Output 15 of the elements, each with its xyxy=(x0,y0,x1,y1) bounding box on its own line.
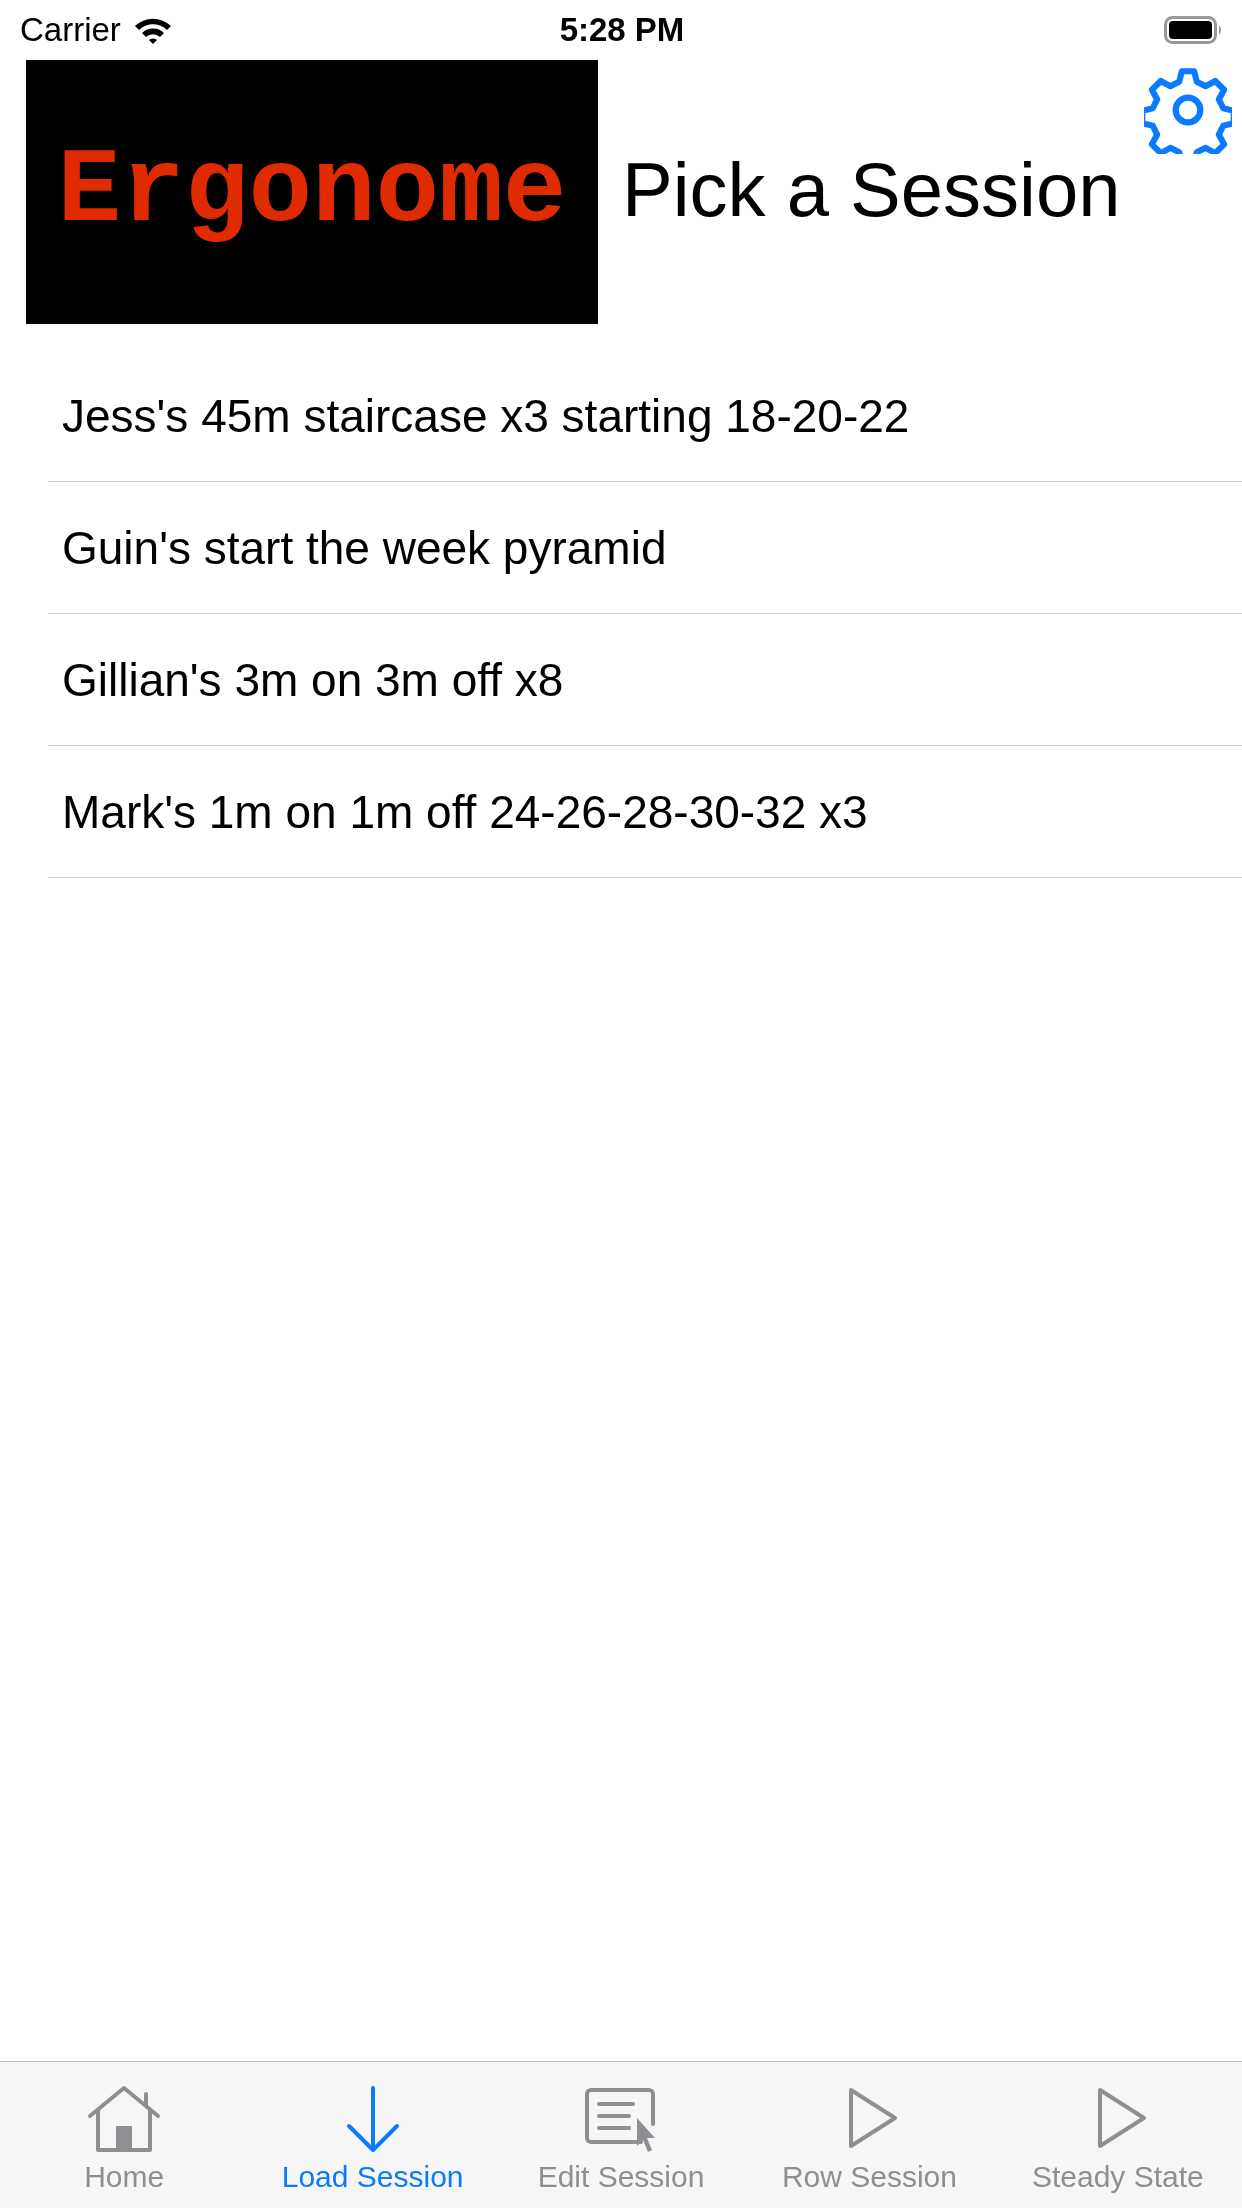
settings-icon[interactable] xyxy=(1144,66,1232,154)
session-row[interactable]: Gillian's 3m on 3m off x8 xyxy=(48,614,1242,746)
logo: Ergonome xyxy=(26,60,598,324)
tab[interactable]: Steady State xyxy=(993,2062,1242,2208)
session-row[interactable]: Mark's 1m on 1m off 24-26-28-30-32 x3 xyxy=(48,746,1242,878)
tab[interactable]: Home xyxy=(0,2062,249,2208)
tab[interactable]: Load Session xyxy=(248,2062,497,2208)
battery-icon xyxy=(1164,16,1224,44)
tab[interactable]: Edit Session xyxy=(496,2062,746,2208)
carrier-label: Carrier xyxy=(20,11,121,49)
page-title: Pick a Session xyxy=(622,146,1121,233)
status-time: 5:28 PM xyxy=(559,11,685,49)
session-row[interactable]: Guin's start the week pyramid xyxy=(48,482,1242,614)
tab[interactable]: Row Session xyxy=(745,2062,994,2208)
session-row[interactable]: Jess's 45m staircase x3 starting 18-20-22 xyxy=(48,350,1242,482)
